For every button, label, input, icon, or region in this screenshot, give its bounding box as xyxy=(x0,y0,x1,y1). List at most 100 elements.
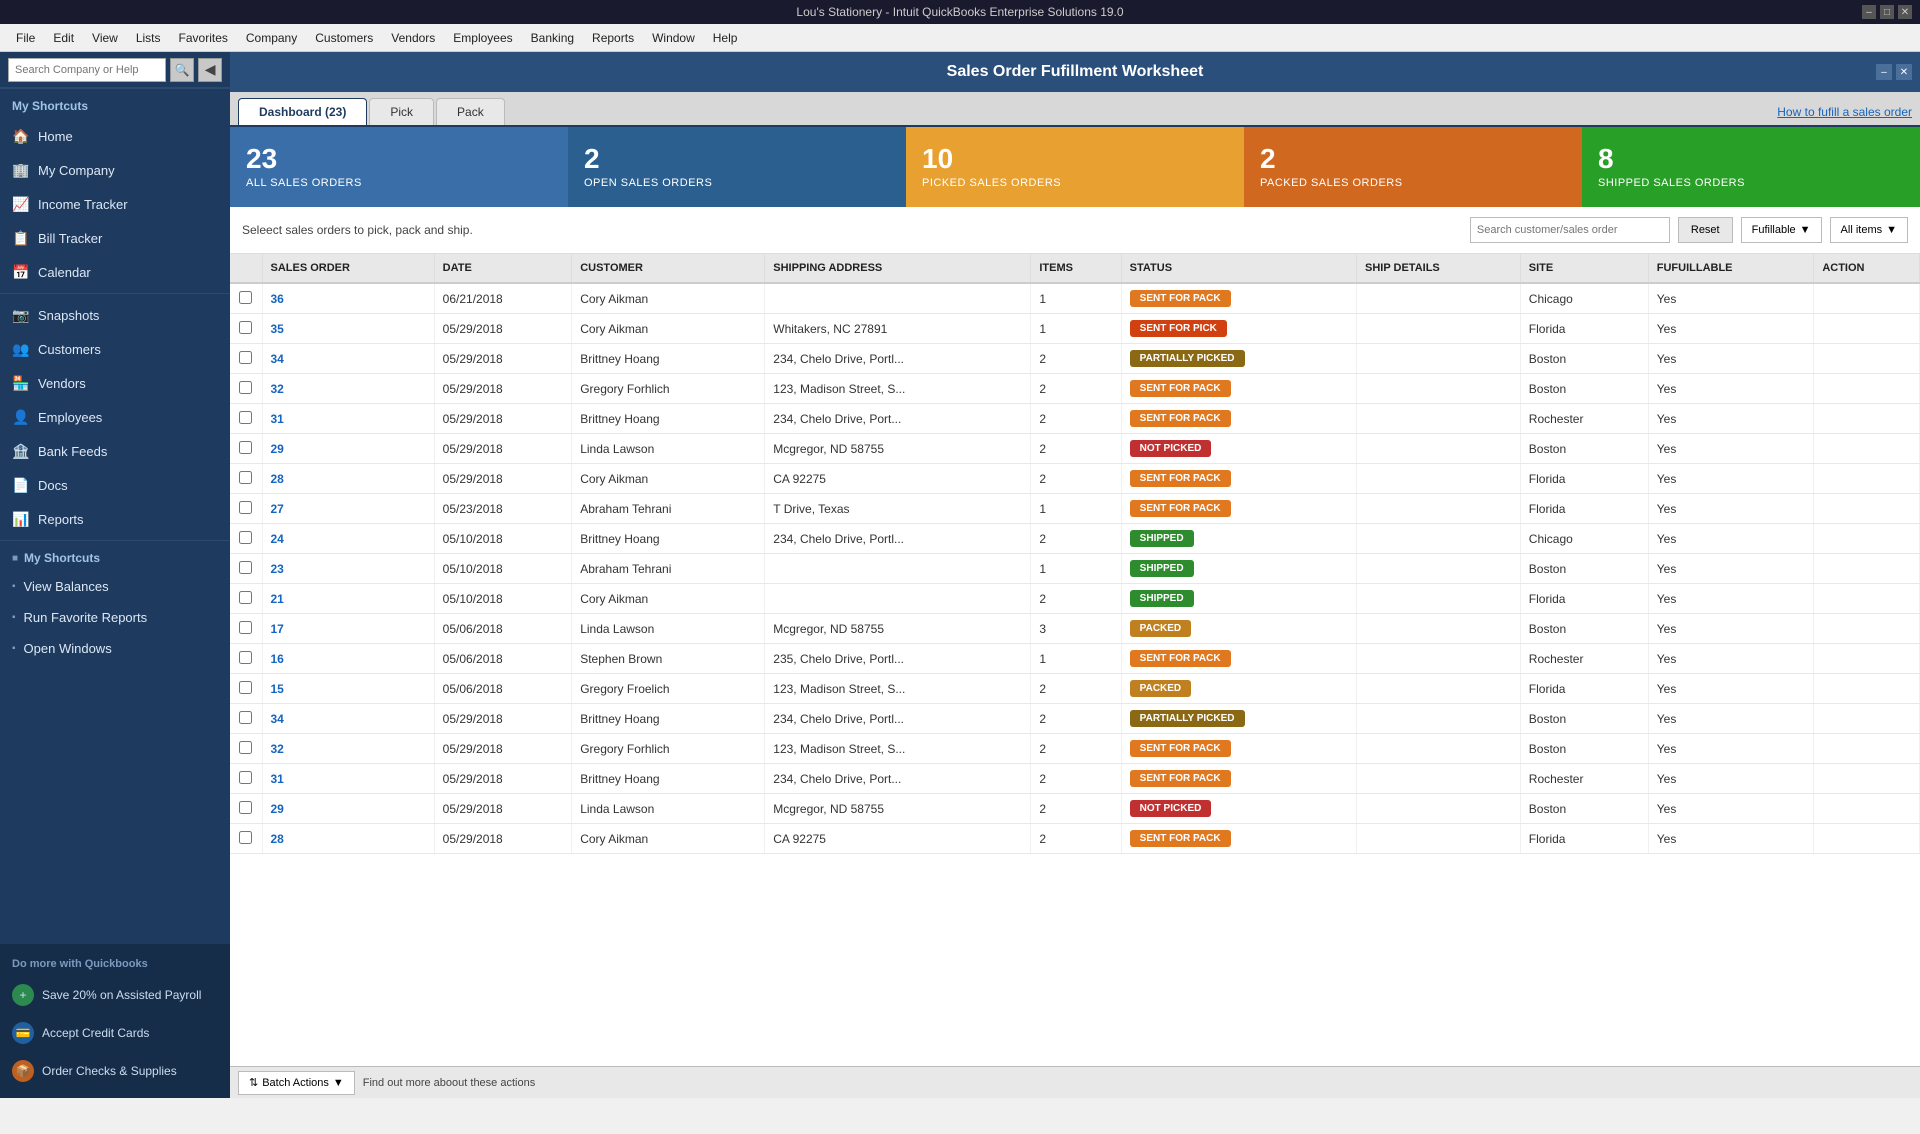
col-shipping-address[interactable]: SHIPPING ADDRESS xyxy=(765,254,1031,283)
row-sales-order[interactable]: 28 xyxy=(262,824,434,854)
row-sales-order[interactable]: 28 xyxy=(262,464,434,494)
batch-actions-button[interactable]: ⇅ Batch Actions ▼ xyxy=(238,1071,355,1095)
sidebar-item-reports[interactable]: 📊 Reports xyxy=(0,502,230,536)
row-checkbox[interactable] xyxy=(239,741,252,754)
all-items-dropdown[interactable]: All items ▼ xyxy=(1830,217,1908,243)
row-checkbox[interactable] xyxy=(239,321,252,334)
sidebar-item-my-company[interactable]: 🏢 My Company xyxy=(0,153,230,187)
row-site: Florida xyxy=(1520,464,1648,494)
menu-lists[interactable]: Lists xyxy=(128,28,169,48)
content-close-button[interactable]: ✕ xyxy=(1896,64,1912,80)
col-date[interactable]: DATE xyxy=(434,254,572,283)
row-sales-order[interactable]: 16 xyxy=(262,644,434,674)
tab-pick[interactable]: Pick xyxy=(369,98,434,125)
row-sales-order[interactable]: 32 xyxy=(262,374,434,404)
row-sales-order[interactable]: 32 xyxy=(262,734,434,764)
row-checkbox[interactable] xyxy=(239,381,252,394)
menu-edit[interactable]: Edit xyxy=(45,28,82,48)
sidebar-item-income-tracker[interactable]: 📈 Income Tracker xyxy=(0,187,230,221)
menu-favorites[interactable]: Favorites xyxy=(171,28,236,48)
row-checkbox[interactable] xyxy=(239,411,252,424)
menu-help[interactable]: Help xyxy=(705,28,746,48)
row-checkbox[interactable] xyxy=(239,711,252,724)
row-sales-order[interactable]: 29 xyxy=(262,434,434,464)
sidebar-item-bank-feeds[interactable]: 🏦 Bank Feeds xyxy=(0,434,230,468)
row-sales-order[interactable]: 21 xyxy=(262,584,434,614)
sidebar-item-calendar[interactable]: 📅 Calendar xyxy=(0,255,230,289)
menu-file[interactable]: File xyxy=(8,28,43,48)
menu-window[interactable]: Window xyxy=(644,28,703,48)
col-status[interactable]: STATUS xyxy=(1121,254,1356,283)
row-checkbox[interactable] xyxy=(239,591,252,604)
sidebar-item-open-windows[interactable]: ▪ Open Windows xyxy=(0,633,230,664)
sidebar-item-credit-cards[interactable]: 💳 Accept Credit Cards xyxy=(0,1014,230,1052)
content-minimize-button[interactable]: – xyxy=(1876,64,1892,80)
collapse-sidebar-button[interactable]: ◀ xyxy=(198,58,222,82)
row-sales-order[interactable]: 34 xyxy=(262,704,434,734)
menu-customers[interactable]: Customers xyxy=(307,28,381,48)
sidebar-item-payroll[interactable]: + Save 20% on Assisted Payroll xyxy=(0,976,230,1014)
menu-company[interactable]: Company xyxy=(238,28,305,48)
row-checkbox[interactable] xyxy=(239,441,252,454)
row-checkbox[interactable] xyxy=(239,651,252,664)
col-customer[interactable]: CUSTOMER xyxy=(572,254,765,283)
row-sales-order[interactable]: 15 xyxy=(262,674,434,704)
col-sales-order[interactable]: SALES ORDER xyxy=(262,254,434,283)
menu-vendors[interactable]: Vendors xyxy=(383,28,443,48)
search-sales-order-input[interactable] xyxy=(1470,217,1670,243)
close-button[interactable]: ✕ xyxy=(1898,5,1912,19)
menu-banking[interactable]: Banking xyxy=(523,28,582,48)
row-customer: Linda Lawson xyxy=(572,794,765,824)
row-checkbox[interactable] xyxy=(239,831,252,844)
tab-pack[interactable]: Pack xyxy=(436,98,505,125)
maximize-button[interactable]: □ xyxy=(1880,5,1894,19)
row-sales-order[interactable]: 24 xyxy=(262,524,434,554)
row-checkbox[interactable] xyxy=(239,621,252,634)
sidebar-item-docs[interactable]: 📄 Docs xyxy=(0,468,230,502)
row-checkbox[interactable] xyxy=(239,531,252,544)
row-checkbox[interactable] xyxy=(239,561,252,574)
sidebar-item-run-reports[interactable]: ▪ Run Favorite Reports xyxy=(0,602,230,633)
col-site[interactable]: SITE xyxy=(1520,254,1648,283)
col-action[interactable]: ACTION xyxy=(1814,254,1920,283)
table-header-row: SALES ORDER DATE CUSTOMER SHIPPING ADDRE… xyxy=(230,254,1920,283)
menu-employees[interactable]: Employees xyxy=(445,28,520,48)
search-button[interactable]: 🔍 xyxy=(170,58,194,82)
row-checkbox[interactable] xyxy=(239,471,252,484)
row-sales-order[interactable]: 31 xyxy=(262,764,434,794)
sidebar-item-checks-supplies[interactable]: 📦 Order Checks & Supplies xyxy=(0,1052,230,1090)
row-sales-order[interactable]: 34 xyxy=(262,344,434,374)
sidebar-item-snapshots[interactable]: 📷 Snapshots xyxy=(0,298,230,332)
row-sales-order[interactable]: 35 xyxy=(262,314,434,344)
sidebar-item-employees[interactable]: 👤 Employees xyxy=(0,400,230,434)
fulfillable-dropdown[interactable]: Fufillable ▼ xyxy=(1741,217,1822,243)
row-sales-order[interactable]: 36 xyxy=(262,283,434,314)
menu-reports[interactable]: Reports xyxy=(584,28,642,48)
sidebar-item-home[interactable]: 🏠 Home xyxy=(0,119,230,153)
reset-button[interactable]: Reset xyxy=(1678,217,1733,243)
sidebar-item-bill-tracker[interactable]: 📋 Bill Tracker xyxy=(0,221,230,255)
search-input[interactable] xyxy=(8,58,166,82)
row-checkbox[interactable] xyxy=(239,771,252,784)
row-sales-order[interactable]: 29 xyxy=(262,794,434,824)
how-to-link[interactable]: How to fufill a sales order xyxy=(1777,105,1912,125)
row-checkbox[interactable] xyxy=(239,681,252,694)
row-action xyxy=(1814,524,1920,554)
row-sales-order[interactable]: 17 xyxy=(262,614,434,644)
tab-dashboard[interactable]: Dashboard (23) xyxy=(238,98,367,125)
col-items[interactable]: ITEMS xyxy=(1031,254,1121,283)
row-checkbox[interactable] xyxy=(239,801,252,814)
col-ship-details[interactable]: SHIP DETAILS xyxy=(1356,254,1520,283)
row-sales-order[interactable]: 27 xyxy=(262,494,434,524)
row-checkbox[interactable] xyxy=(239,501,252,514)
row-checkbox[interactable] xyxy=(239,291,252,304)
sidebar-item-vendors[interactable]: 🏪 Vendors xyxy=(0,366,230,400)
sidebar-item-view-balances[interactable]: ▪ View Balances xyxy=(0,571,230,602)
minimize-button[interactable]: – xyxy=(1862,5,1876,19)
menu-view[interactable]: View xyxy=(84,28,126,48)
row-checkbox[interactable] xyxy=(239,351,252,364)
col-fulfillable[interactable]: FUFUILLABLE xyxy=(1648,254,1814,283)
row-sales-order[interactable]: 23 xyxy=(262,554,434,584)
sidebar-item-customers[interactable]: 👥 Customers xyxy=(0,332,230,366)
row-sales-order[interactable]: 31 xyxy=(262,404,434,434)
